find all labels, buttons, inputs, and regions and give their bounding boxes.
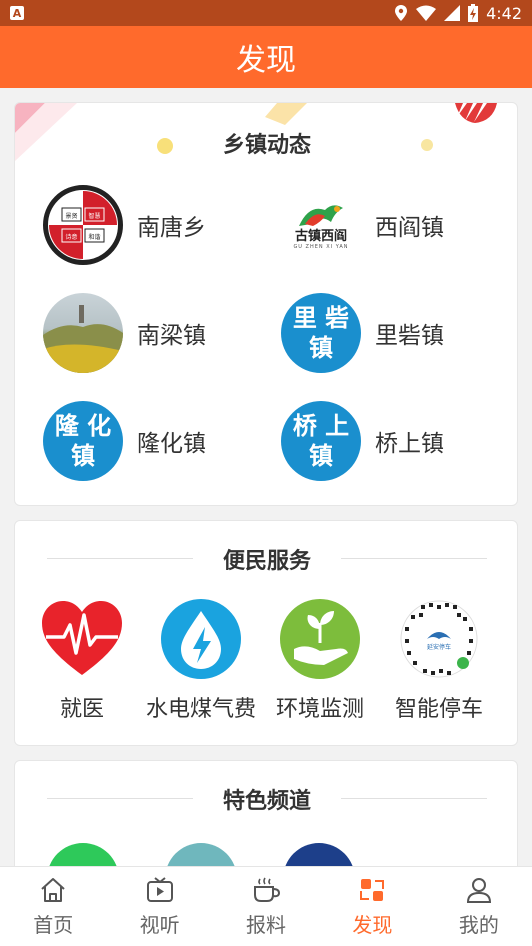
tab-label: 报料 — [246, 913, 287, 937]
qiaoshang-logo-line-1: 桥 上 — [292, 412, 350, 440]
nantang-logo-word-4: 和谐 — [88, 233, 100, 241]
tab-mine[interactable]: 我的 — [426, 867, 532, 946]
qr-code-icon: 延安停车 — [399, 599, 479, 679]
longhua-logo-line-1: 隆 化 — [54, 412, 112, 440]
xiyan-logo-subtext: GU ZHEN XI YAN — [293, 244, 349, 250]
bottom-tab-bar: 首页 视听 报料 发现 我的 — [0, 866, 532, 946]
qiaoshang-logo-line-2: 镇 — [309, 442, 333, 470]
town-item-xiyan[interactable]: 古镇西阎 GU ZHEN XI YAN 西阎镇 — [281, 183, 517, 267]
tab-discover[interactable]: 发现 — [319, 867, 425, 946]
channel-icon-1[interactable] — [47, 843, 119, 866]
services-title: 便民服务 — [222, 549, 311, 574]
nantang-logo-word-1: 景贤 — [65, 212, 77, 220]
nantang-logo-word-3: 诗意 — [65, 233, 77, 241]
scroll-content[interactable]: 乡镇动态 景贤 智慧 诗意 和谐 南唐乡 古镇西阎 GU ZHEN XI YAN… — [0, 88, 532, 866]
town-label: 隆化镇 — [137, 431, 206, 457]
town-label: 南唐乡 — [137, 215, 206, 241]
battery-icon — [468, 4, 479, 22]
service-label: 就医 — [59, 697, 104, 722]
home-icon — [41, 878, 65, 902]
tab-home[interactable]: 首页 — [0, 867, 106, 946]
heart-pulse-icon — [42, 599, 122, 679]
discover-icon — [360, 879, 385, 901]
town-item-longhua[interactable]: 隆 化 镇 隆化镇 — [43, 399, 283, 483]
services-card: 便民服务 就医 水电煤气费 环境监测 延安停车 智能停车 — [14, 520, 518, 746]
water-drop-bolt-icon — [161, 599, 241, 679]
xiyan-logo: 古镇西阎 GU ZHEN XI YAN — [281, 185, 361, 265]
xiyan-logo-text: 古镇西阎 — [294, 229, 347, 244]
lizhai-logo: 里 砦 镇 — [281, 293, 361, 373]
status-bar: A 4:42 — [0, 0, 532, 26]
nanliang-photo — [43, 293, 123, 373]
town-label: 西阎镇 — [375, 215, 444, 241]
longhua-logo: 隆 化 镇 — [43, 401, 123, 481]
tab-label: 我的 — [458, 913, 499, 937]
nantang-logo: 景贤 智慧 诗意 和谐 — [43, 185, 123, 265]
tab-report[interactable]: 报料 — [213, 867, 319, 946]
service-label: 智能停车 — [394, 697, 483, 722]
channels-card: 特色频道 — [14, 760, 518, 866]
town-label: 里砦镇 — [375, 323, 444, 349]
signal-icon — [444, 5, 461, 21]
tv-play-icon — [146, 877, 173, 902]
coffee-cup-icon — [254, 877, 281, 902]
tab-label: 首页 — [33, 913, 74, 937]
channel-icon-3[interactable] — [283, 843, 355, 866]
town-item-qiaoshang[interactable]: 桥 上 镇 桥上镇 — [281, 399, 517, 483]
hand-sprout-icon — [280, 599, 360, 679]
service-label: 环境监测 — [275, 697, 364, 722]
tab-label: 视听 — [139, 913, 180, 937]
service-parking[interactable]: 延安停车 智能停车 — [376, 599, 502, 723]
qr-caption: 延安停车 — [427, 643, 451, 651]
location-icon — [395, 5, 408, 21]
town-label: 桥上镇 — [375, 431, 444, 457]
user-icon — [466, 878, 491, 903]
tab-video[interactable]: 视听 — [106, 867, 212, 946]
qiaoshang-logo: 桥 上 镇 — [281, 401, 361, 481]
page-title: 发现 — [236, 43, 296, 78]
town-label: 南梁镇 — [137, 323, 206, 349]
tab-label: 发现 — [352, 913, 393, 937]
service-utilities[interactable]: 水电煤气费 — [138, 599, 264, 723]
channel-icon-2[interactable] — [165, 843, 237, 866]
channels-title: 特色频道 — [222, 789, 311, 814]
longhua-logo-line-2: 镇 — [71, 442, 95, 470]
service-environment[interactable]: 环境监测 — [257, 599, 383, 723]
clock: 4:42 — [486, 3, 522, 23]
towns-title: 乡镇动态 — [222, 133, 311, 158]
wifi-icon — [416, 5, 437, 21]
service-medical[interactable]: 就医 — [19, 599, 145, 723]
nantang-logo-word-2: 智慧 — [88, 212, 100, 220]
lizhai-logo-line-2: 镇 — [309, 334, 333, 362]
notification-icon: A — [10, 6, 24, 20]
town-item-nanliang[interactable]: 南梁镇 — [43, 291, 283, 375]
service-label: 水电煤气费 — [145, 697, 256, 722]
page-header: 发现 — [0, 26, 532, 88]
towns-card: 乡镇动态 景贤 智慧 诗意 和谐 南唐乡 古镇西阎 GU ZHEN XI YAN… — [14, 102, 518, 506]
lizhai-logo-line-1: 里 砦 — [292, 304, 350, 332]
town-item-lizhai[interactable]: 里 砦 镇 里砦镇 — [281, 291, 517, 375]
town-item-nantang[interactable]: 景贤 智慧 诗意 和谐 南唐乡 — [43, 183, 283, 267]
